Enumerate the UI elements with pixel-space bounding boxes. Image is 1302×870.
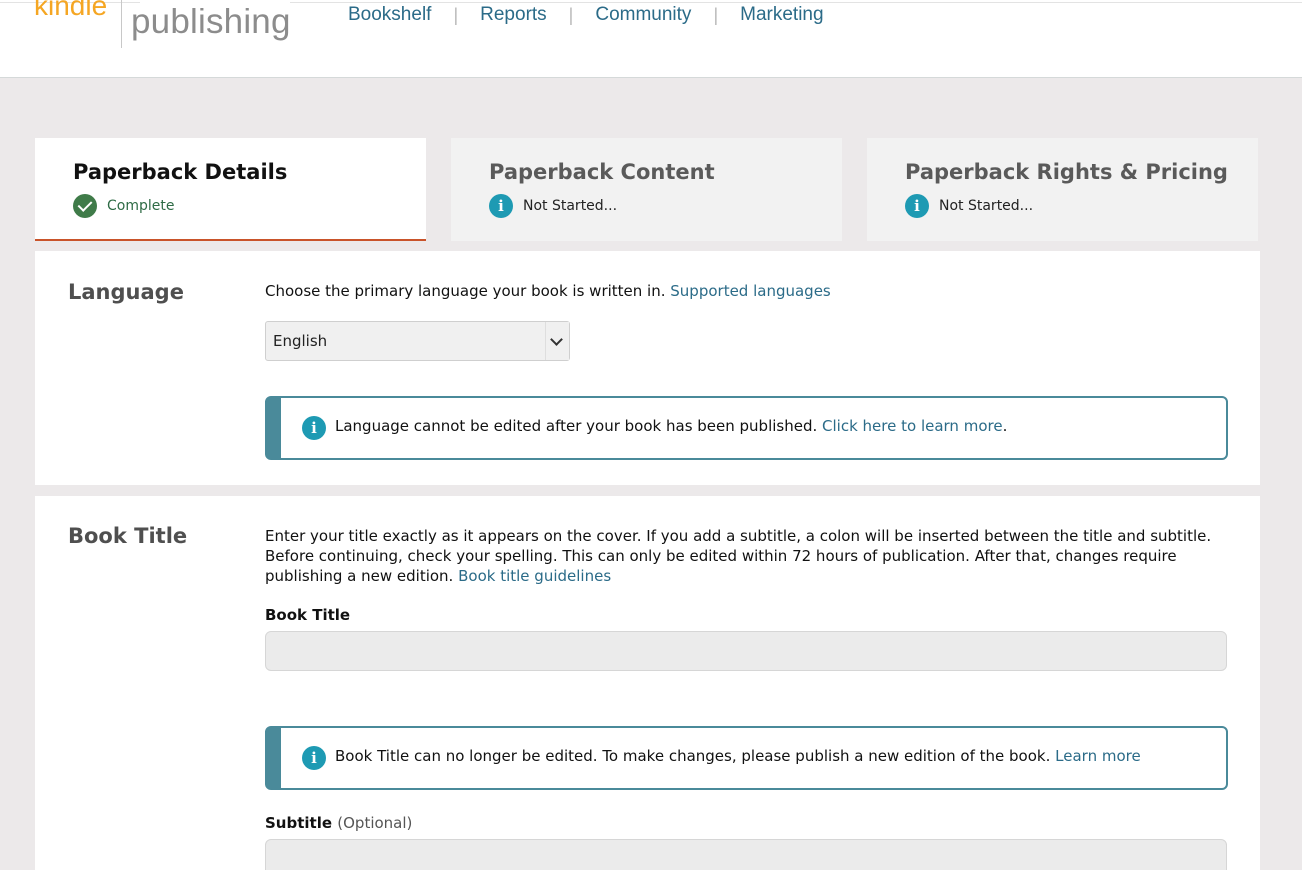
language-description: Choose the primary language your book is… (265, 281, 831, 301)
language-description-text: Choose the primary language your book is… (265, 282, 666, 300)
tab-paperback-details[interactable]: Paperback Details Complete (35, 138, 426, 241)
learn-more-link[interactable]: Learn more (1055, 747, 1141, 765)
tab-paperback-content[interactable]: Paperback Content i Not Started... (451, 138, 842, 241)
logo-publishing-text[interactable]: publishing (131, 2, 291, 42)
tab-title: Paperback Rights & Pricing (905, 160, 1228, 184)
info-icon: i (302, 746, 326, 770)
language-section: Language Choose the primary language you… (35, 251, 1260, 485)
book-title-alert: i Book Title can no longer be edited. To… (265, 726, 1228, 790)
nav-separator: | (568, 4, 574, 25)
tab-status: i Not Started... (905, 194, 1033, 218)
subtitle-optional: (Optional) (337, 814, 413, 832)
check-icon (73, 194, 97, 218)
learn-more-link[interactable]: Click here to learn more (822, 417, 1003, 435)
tab-status: i Not Started... (489, 194, 617, 218)
tab-status: Complete (73, 194, 174, 218)
language-select[interactable]: English (265, 321, 570, 361)
alert-suffix: . (1002, 417, 1008, 435)
nav-reports[interactable]: Reports (480, 4, 547, 26)
tab-title: Paperback Content (489, 160, 715, 184)
tab-paperback-rights-pricing[interactable]: Paperback Rights & Pricing i Not Started… (867, 138, 1258, 241)
description-line: Enter your title exactly as it appears o… (265, 527, 1212, 545)
language-select-value: English (273, 332, 328, 350)
nav-separator: | (713, 4, 719, 25)
language-alert-message: Language cannot be edited after your boo… (335, 417, 1007, 435)
language-alert: i Language cannot be edited after your b… (265, 396, 1228, 460)
tab-title: Paperback Details (73, 160, 288, 184)
book-title-alert-message: Book Title can no longer be edited. To m… (335, 747, 1141, 765)
description-line: Before continuing, check your spelling. … (265, 547, 1177, 565)
language-heading: Language (68, 280, 184, 304)
nav-marketing[interactable]: Marketing (740, 4, 823, 26)
book-title-input[interactable] (265, 631, 1227, 671)
subtitle-input[interactable] (265, 839, 1227, 870)
logo-kindle-text[interactable]: kindle (34, 0, 107, 22)
info-icon: i (905, 194, 929, 218)
tab-status-text: Not Started... (939, 198, 1034, 214)
logo-mask (140, 0, 290, 8)
supported-languages-link[interactable]: Supported languages (670, 282, 830, 300)
tab-status-text: Not Started... (523, 198, 618, 214)
tab-status-text: Complete (107, 198, 175, 214)
book-title-guidelines-link[interactable]: Book title guidelines (458, 567, 611, 585)
info-icon: i (302, 416, 326, 440)
subtitle-label-text: Subtitle (265, 814, 333, 832)
nav-separator: | (453, 4, 459, 25)
description-line: publishing a new edition. (265, 567, 454, 585)
logo-divider (121, 0, 122, 48)
alert-text: Book Title can no longer be edited. To m… (335, 747, 1051, 765)
info-icon: i (489, 194, 513, 218)
site-header: kindle publishing Bookshelf | Reports | … (0, 0, 1302, 78)
book-title-description: Enter your title exactly as it appears o… (265, 526, 1211, 586)
nav-community[interactable]: Community (595, 4, 691, 26)
book-title-label: Book Title (265, 606, 351, 624)
book-title-heading: Book Title (68, 524, 188, 548)
alert-text: Language cannot be edited after your boo… (335, 417, 818, 435)
nav-bookshelf[interactable]: Bookshelf (348, 4, 431, 26)
subtitle-label: Subtitle (Optional) (265, 814, 412, 832)
book-title-section: Book Title Enter your title exactly as i… (35, 496, 1260, 870)
main-nav: Bookshelf | Reports | Community | Market… (348, 3, 824, 27)
